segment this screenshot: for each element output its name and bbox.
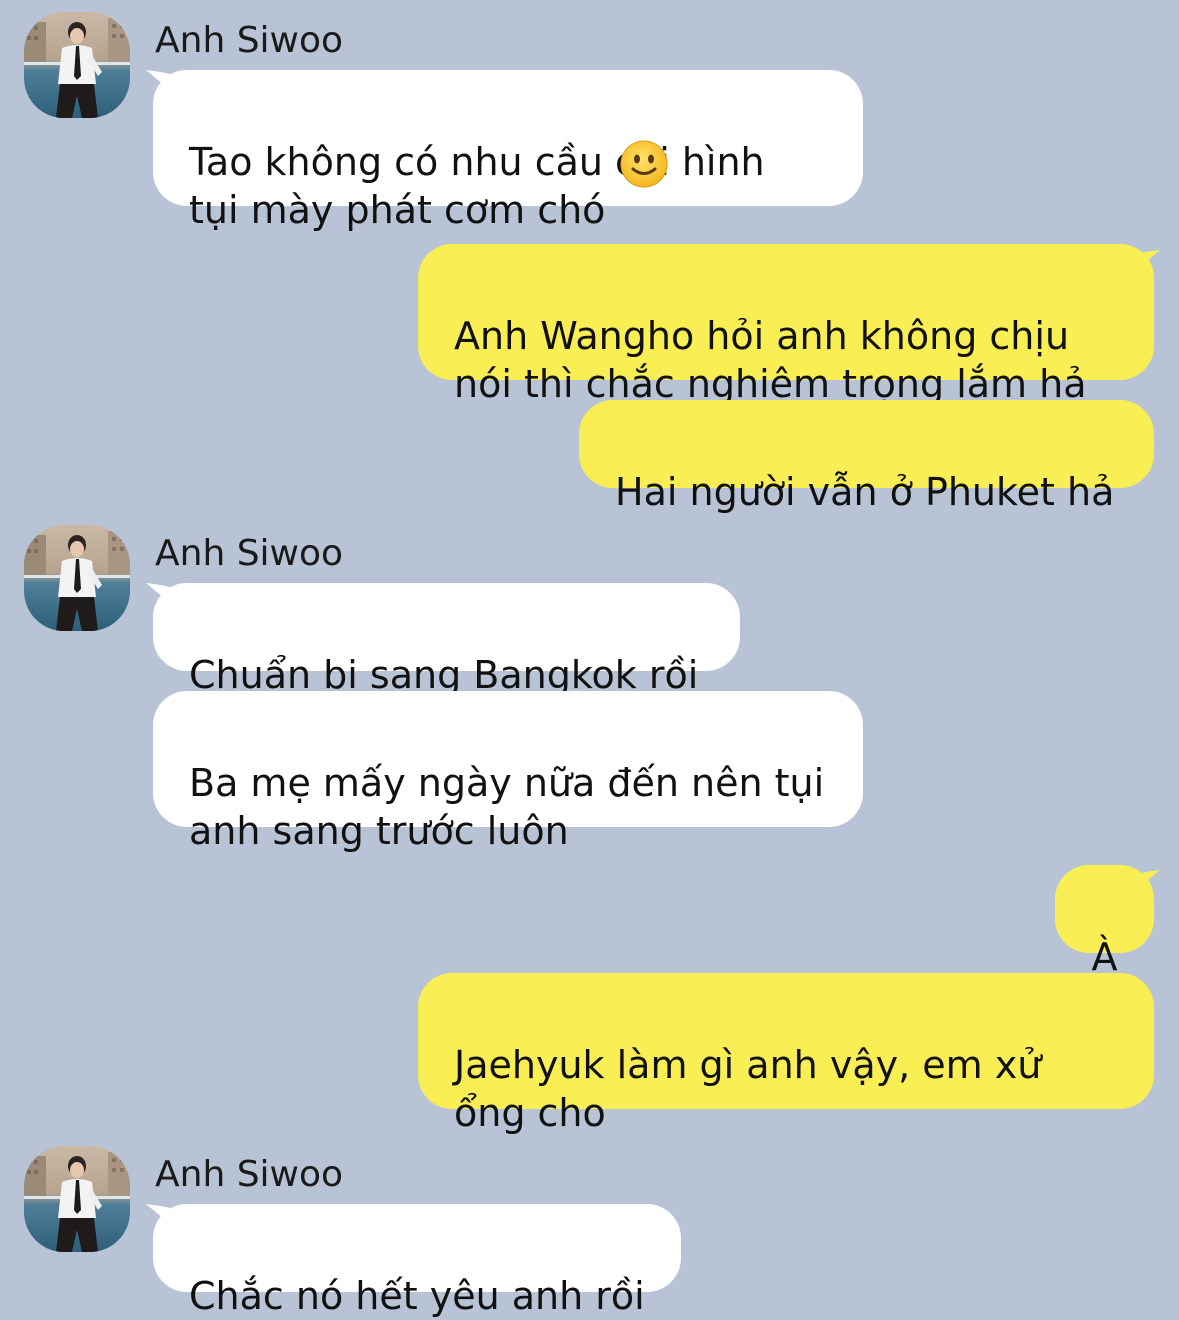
slightly-smiling-face-icon	[620, 140, 668, 188]
message-bubble-incoming[interactable]: Tao không có nhu cầu coi hình tụi mày ph…	[153, 70, 863, 232]
message-bubble-incoming[interactable]: Chắc nó hết yêu anh rồi	[153, 1204, 681, 1318]
message-text: Anh Wangho hỏi anh không chịu nói thì ch…	[454, 314, 1087, 406]
sender-name: Anh Siwoo	[155, 533, 344, 574]
sender-name: Anh Siwoo	[155, 20, 344, 61]
sender-name: Anh Siwoo	[155, 1154, 344, 1195]
avatar-photo	[24, 525, 130, 631]
message-text: Tao không có nhu cầu coi hình tụi mày ph…	[189, 140, 765, 232]
message-text: Jaehyuk làm gì anh vậy, em xử ổng cho	[454, 1043, 1042, 1135]
message-text: Chắc nó hết yêu anh rồi	[189, 1274, 645, 1318]
message-bubble-incoming[interactable]: Ba mẹ mấy ngày nữa đến nên tụi anh sang …	[153, 691, 863, 853]
message-bubble-outgoing[interactable]: Hai người vẫn ở Phuket hả	[579, 400, 1154, 514]
avatar-photo	[24, 1146, 130, 1252]
avatar[interactable]	[24, 525, 130, 631]
avatar[interactable]	[24, 1146, 130, 1252]
message-bubble-outgoing[interactable]: À	[1055, 865, 1154, 979]
message-bubble-outgoing[interactable]: Anh Wangho hỏi anh không chịu nói thì ch…	[418, 244, 1154, 406]
message-bubble-outgoing[interactable]: Jaehyuk làm gì anh vậy, em xử ổng cho	[418, 973, 1154, 1135]
message-text: Hai người vẫn ở Phuket hả	[615, 470, 1115, 514]
message-bubble-incoming[interactable]: Chuẩn bị sang Bangkok rồi	[153, 583, 740, 697]
message-text: Ba mẹ mấy ngày nữa đến nên tụi anh sang …	[189, 761, 825, 853]
avatar-photo	[24, 12, 130, 118]
avatar[interactable]	[24, 12, 130, 118]
